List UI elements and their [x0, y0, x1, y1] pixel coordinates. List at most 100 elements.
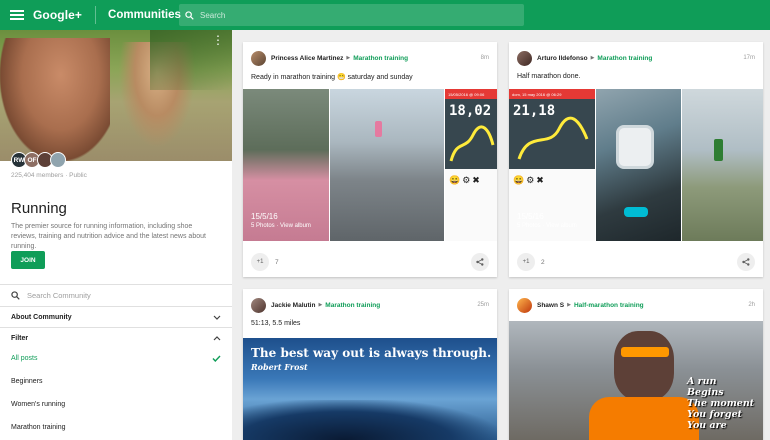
album-date: 15/5/16 — [517, 212, 544, 221]
quote-text: The best way out is always through. — [251, 346, 492, 360]
member-count: 225,404 members · Public — [11, 172, 87, 179]
plus-one-count: 2 — [541, 258, 545, 266]
poem-text: A run Begins The moment You forget You a… — [687, 376, 754, 431]
runner-shirt — [589, 397, 699, 440]
section-title: Communities — [108, 9, 181, 21]
post-category[interactable]: Half-marathon training — [574, 302, 644, 309]
share-button[interactable] — [737, 253, 755, 271]
community-search[interactable] — [0, 284, 232, 306]
share-icon — [742, 258, 750, 266]
search-icon — [185, 10, 194, 20]
post-time[interactable]: 25m — [477, 302, 489, 308]
poem-line: The moment — [687, 398, 755, 409]
album-photo[interactable] — [330, 89, 444, 241]
chevron-up-icon — [213, 335, 221, 340]
runner-face — [614, 331, 674, 401]
arrow-right-icon: ▶ — [346, 55, 351, 61]
about-community-label: About Community — [11, 313, 72, 321]
smartwatch — [616, 125, 654, 169]
post-footer: +1 7 — [251, 252, 489, 272]
phone-status-bar: 15/05/2016 @ 09:06 — [445, 89, 497, 99]
post-time[interactable]: 8m — [481, 55, 489, 61]
check-icon — [212, 355, 221, 362]
header-divider — [95, 6, 97, 24]
more-options-icon[interactable]: ⋮ — [212, 34, 224, 46]
cave-shadow — [243, 400, 497, 440]
author-avatar[interactable] — [517, 50, 532, 66]
filter-marathon-training[interactable]: Marathon training — [11, 424, 221, 431]
album-photo[interactable] — [682, 89, 763, 241]
author-avatar[interactable] — [251, 50, 266, 66]
about-community-toggle[interactable]: About Community — [0, 306, 232, 327]
post-time[interactable]: 17m — [743, 55, 755, 61]
brand-logo[interactable]: Google+ — [33, 8, 82, 22]
community-title: Running — [11, 200, 67, 217]
phone-date: 15/05/2016 @ 09:06 — [448, 91, 485, 97]
filter-all-posts[interactable]: All posts — [11, 355, 221, 362]
member-avatar[interactable] — [50, 152, 66, 168]
phone-distance: 18,02 — [449, 103, 492, 119]
post-card: Princess Alice Martinez ▶ Marathon train… — [243, 42, 497, 277]
runner-figure — [375, 121, 382, 137]
post-text: 51:13, 5.5 miles — [251, 320, 301, 327]
running-shoe — [624, 207, 648, 217]
community-description: The premier source for running informati… — [11, 223, 206, 250]
filter-beginners[interactable]: Beginners — [11, 378, 221, 385]
post-footer: +1 2 — [517, 252, 755, 272]
filter-womens-running[interactable]: Women's running — [11, 401, 221, 408]
photo-album[interactable]: dom, 15 may 2016 @ 06:29 21,18 😀⚙✖ 15/5/… — [509, 89, 763, 241]
sunglasses — [621, 347, 669, 357]
post-image[interactable]: A run Begins The moment You forget You a… — [509, 321, 763, 440]
join-button[interactable]: JOIN — [11, 251, 45, 269]
author-name[interactable]: Shawn S — [537, 302, 564, 309]
filter-item-label: All posts — [11, 355, 38, 362]
post-card: Arturo Ildefonso ▶ Marathon training 17m… — [509, 42, 763, 277]
search-input[interactable] — [200, 10, 500, 20]
plus-one-button[interactable]: +1 — [517, 253, 535, 271]
post-image[interactable]: The best way out is always through. Robe… — [243, 338, 497, 440]
cover-runner-man — [0, 38, 110, 161]
author-avatar[interactable] — [251, 297, 266, 313]
album-info[interactable]: 5 Photos · View album — [251, 223, 311, 229]
plus-one-count: 7 — [275, 258, 279, 266]
author-name[interactable]: Jackie Malutin — [271, 302, 315, 309]
author-name[interactable]: Arturo Ildefonso — [537, 55, 588, 62]
post-card: Shawn S ▶ Half-marathon training 2h A ru… — [509, 289, 763, 440]
community-search-input[interactable] — [27, 291, 217, 300]
filter-item-label: Women's running — [11, 401, 66, 408]
author-avatar[interactable] — [517, 297, 532, 313]
post-header: Arturo Ildefonso ▶ Marathon training 17m — [517, 50, 755, 66]
arrow-right-icon: ▶ — [318, 302, 323, 308]
runner-figure — [714, 139, 723, 161]
app-bar: Google+ Communities — [0, 0, 770, 30]
filter-item-label: Beginners — [11, 378, 43, 385]
community-cover-photo: ⋮ — [0, 30, 232, 161]
share-button[interactable] — [471, 253, 489, 271]
phone-distance: 21,18 — [513, 103, 556, 119]
post-category[interactable]: Marathon training — [353, 55, 408, 62]
filter-label: Filter — [11, 334, 29, 342]
album-photo-phone[interactable]: 15/05/2016 @ 09:06 18,02 😀⚙✖ — [445, 89, 497, 241]
post-category[interactable]: Marathon training — [597, 55, 652, 62]
post-text: Half marathon done. — [517, 73, 581, 80]
quote-author: Robert Frost — [251, 362, 308, 372]
photo-album[interactable]: 15/05/2016 @ 09:06 18,02 😀⚙✖ 15/5/16 5 P… — [243, 89, 497, 241]
chevron-down-icon — [213, 315, 221, 320]
author-name[interactable]: Princess Alice Martinez — [271, 55, 343, 62]
share-icon — [476, 258, 484, 266]
album-info[interactable]: 5 Photos · View album — [517, 223, 577, 229]
phone-emoji-row: 😀⚙✖ — [513, 175, 546, 185]
post-text: Ready in marathon training 😁 saturday an… — [251, 74, 413, 81]
post-header: Shawn S ▶ Half-marathon training 2h — [517, 297, 755, 313]
search-box[interactable] — [179, 4, 524, 26]
post-category[interactable]: Marathon training — [325, 302, 380, 309]
plus-one-button[interactable]: +1 — [251, 253, 269, 271]
post-time[interactable]: 2h — [748, 302, 755, 308]
menu-icon[interactable] — [10, 10, 24, 20]
member-avatars: RW OF — [11, 152, 66, 168]
album-photo-watch[interactable] — [596, 89, 681, 241]
poem-line: You are — [687, 420, 727, 431]
filter-toggle[interactable]: Filter — [0, 327, 232, 348]
album-caption: 15/5/16 5 Photos · View album — [517, 212, 577, 229]
post-header: Princess Alice Martinez ▶ Marathon train… — [251, 50, 489, 66]
